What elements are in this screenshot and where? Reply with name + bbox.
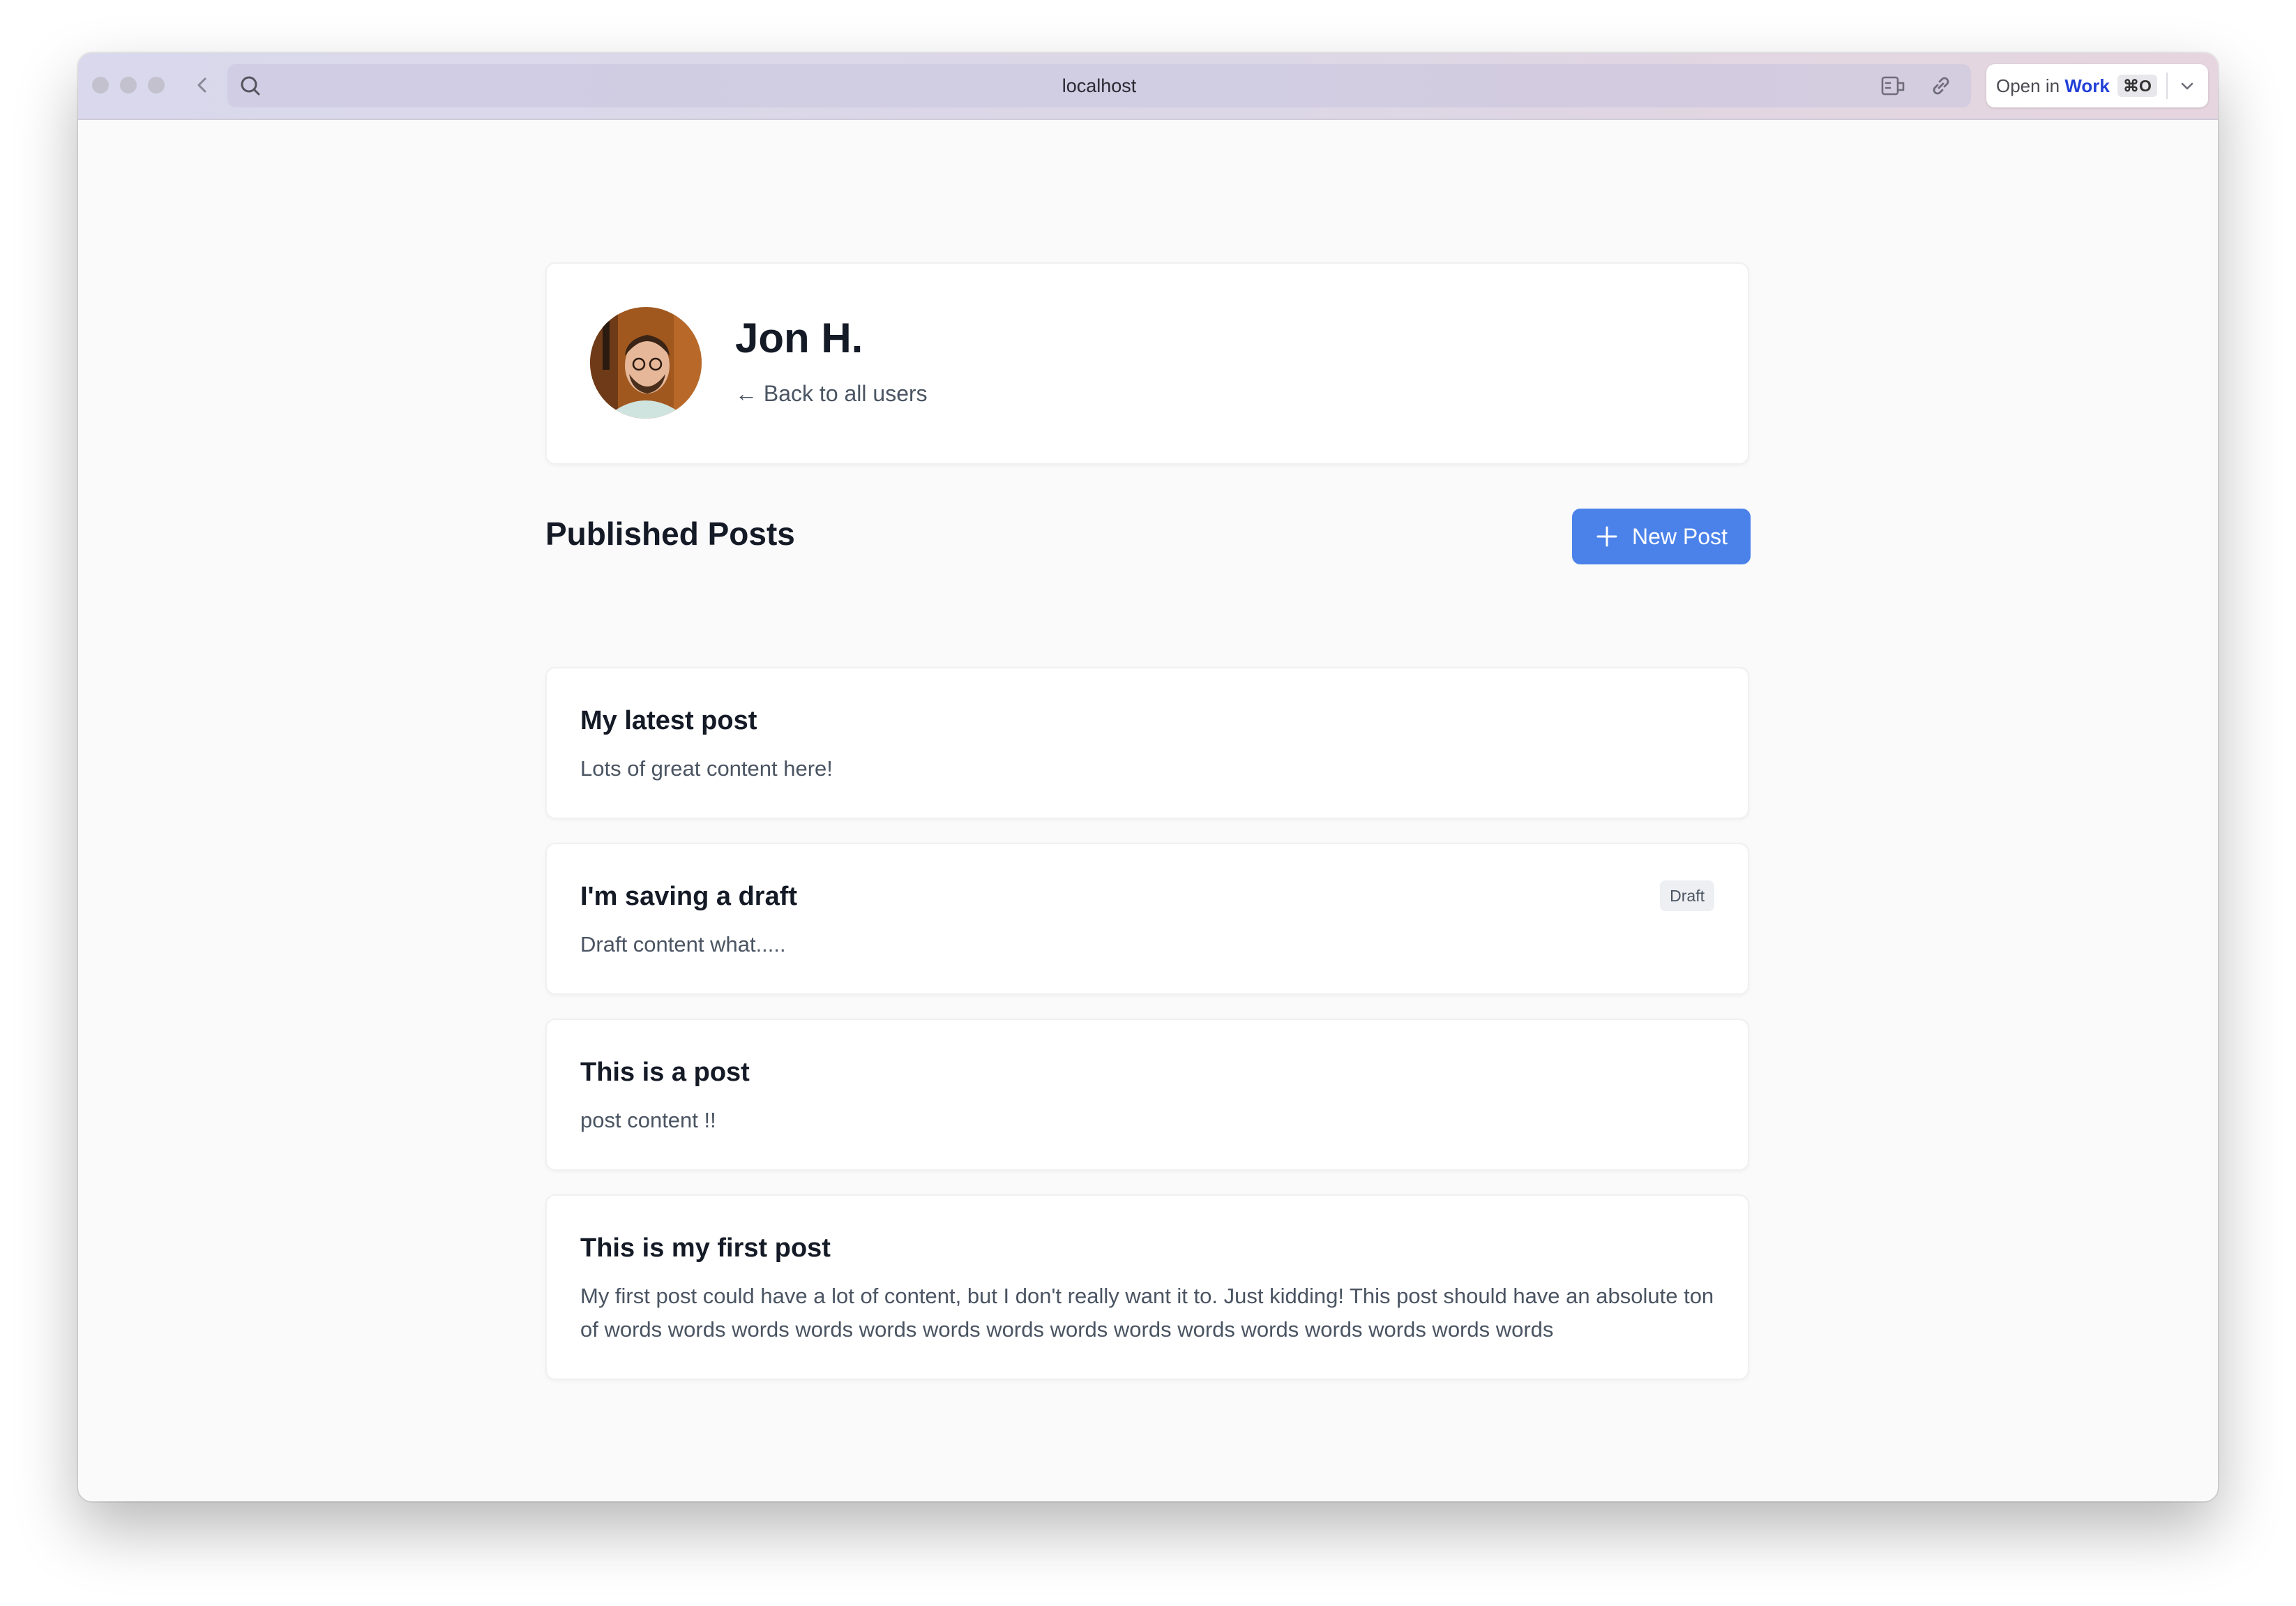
- avatar: [590, 307, 702, 419]
- link-icon[interactable]: [1929, 74, 1953, 98]
- post-body: post content !!: [580, 1108, 716, 1132]
- post-card[interactable]: I'm saving a draft Draft Draft content w…: [545, 843, 1749, 995]
- browser-window: localhost Open in Work ⌘O Jon H. ← Back …: [78, 53, 2218, 1501]
- post-body: My first post could have a lot of conten…: [580, 1284, 1714, 1342]
- section-title: Published Posts: [545, 516, 795, 552]
- new-post-label: New Post: [1632, 524, 1728, 549]
- post-body: Lots of great content here!: [580, 756, 833, 781]
- back-button[interactable]: [190, 73, 215, 98]
- keyboard-shortcut-badge: ⌘O: [2117, 75, 2157, 97]
- post-title: This is a post: [580, 1058, 750, 1087]
- post-title: This is my first post: [580, 1233, 831, 1263]
- new-post-button[interactable]: New Post: [1572, 509, 1751, 564]
- post-card[interactable]: This is a post post content !!: [545, 1019, 1749, 1171]
- plus-icon: [1596, 526, 1617, 547]
- chevron-left-icon: [197, 77, 206, 93]
- open-in-app-button[interactable]: Open in Work ⌘O: [1986, 64, 2208, 107]
- chevron-down-icon[interactable]: [2177, 76, 2197, 96]
- zoom-window-button[interactable]: [148, 77, 165, 93]
- open-in-target: Work: [2064, 75, 2110, 96]
- post-title: I'm saving a draft: [580, 882, 798, 911]
- minimize-window-button[interactable]: [120, 77, 137, 93]
- post-body: Draft content what.....: [580, 932, 786, 956]
- profile-card: Jon H. ← Back to all users: [545, 262, 1749, 465]
- address-bar[interactable]: localhost: [227, 64, 1971, 107]
- close-window-button[interactable]: [92, 77, 109, 93]
- browser-toolbar: localhost Open in Work ⌘O: [78, 53, 2218, 120]
- draft-badge: Draft: [1660, 880, 1714, 911]
- profile-name: Jon H.: [735, 315, 863, 361]
- back-to-users-link[interactable]: ← Back to all users: [735, 381, 928, 407]
- divider: [2166, 73, 2168, 99]
- avatar-image: [590, 307, 702, 419]
- open-in-prefix: Open in: [1996, 75, 2060, 96]
- url-text[interactable]: localhost: [227, 64, 1971, 107]
- post-title: My latest post: [580, 706, 757, 735]
- post-card[interactable]: This is my first post My first post coul…: [545, 1194, 1749, 1380]
- open-in-label: Open in Work: [1996, 64, 2110, 107]
- post-card[interactable]: My latest post Lots of great content her…: [545, 667, 1749, 819]
- page-content: Jon H. ← Back to all users Published Pos…: [78, 120, 2218, 1501]
- reader-mode-icon[interactable]: [1880, 75, 1908, 97]
